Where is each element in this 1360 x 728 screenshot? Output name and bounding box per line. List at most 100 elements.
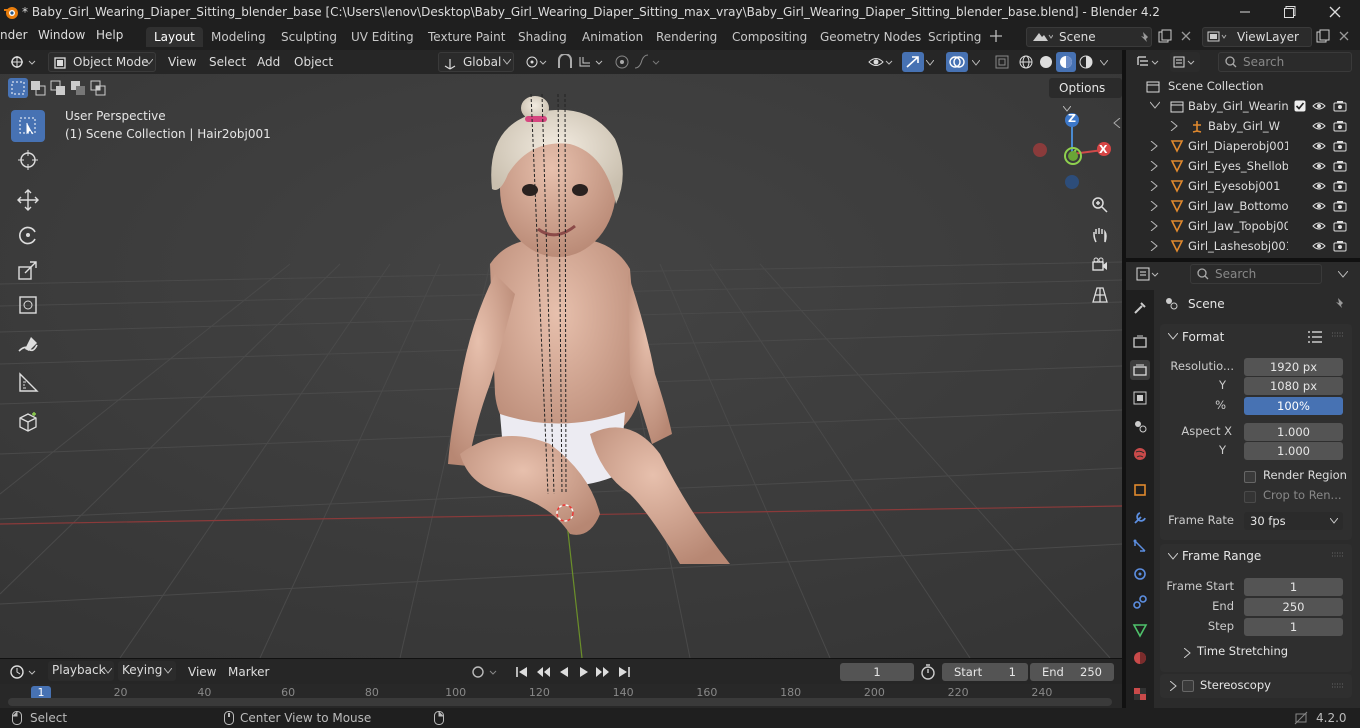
object-tab-icon[interactable] [1130, 480, 1150, 500]
chevron-right-icon[interactable] [1150, 181, 1158, 191]
workspace-tab-compositing[interactable]: Compositing [724, 27, 815, 47]
outliner-row-scene-collection[interactable]: Scene Collection [1126, 76, 1360, 96]
keying-menu[interactable]: Keying [118, 661, 176, 681]
properties-search-input[interactable]: Search [1190, 264, 1322, 284]
menu-render[interactable]: nder [0, 28, 28, 42]
timeline-area[interactable]: 1 20 40 60 80 100 120 140 160 180 200 220 240 [0, 684, 1122, 708]
workspace-tab-scripting[interactable]: Scripting [920, 27, 989, 47]
material-tab-icon[interactable] [1130, 648, 1150, 668]
playback-menu[interactable]: Playback [48, 661, 114, 681]
chevron-right-icon[interactable] [1170, 121, 1178, 131]
eye-icon[interactable] [1312, 240, 1326, 252]
particles-tab-icon[interactable] [1130, 536, 1150, 556]
play-icon[interactable] [576, 664, 592, 680]
chevron-right-icon[interactable] [1150, 201, 1158, 211]
stereoscopy-checkbox[interactable] [1182, 680, 1194, 692]
physics-tab-icon[interactable] [1130, 564, 1150, 584]
add-cube-tool[interactable] [11, 406, 45, 438]
display-mode-dropdown[interactable] [1170, 52, 1200, 72]
snap-icon[interactable] [556, 54, 576, 70]
maximize-button[interactable] [1267, 0, 1313, 24]
wireframe-shading-icon[interactable] [1018, 54, 1034, 70]
play-reverse-icon[interactable] [556, 664, 572, 680]
menu-add[interactable]: Add [257, 52, 280, 72]
chevron-down-icon[interactable] [1168, 333, 1178, 340]
options-dropdown[interactable]: Options [1049, 78, 1122, 112]
transform-orientation-dropdown[interactable]: Global [438, 52, 514, 72]
scale-tool[interactable] [11, 254, 45, 286]
visibility-icon[interactable] [868, 54, 894, 70]
camera-render-icon[interactable] [1333, 220, 1347, 232]
timeline-view-menu[interactable]: View [188, 662, 216, 682]
3d-viewport[interactable]: User Perspective (1) Scene Collection | … [0, 74, 1122, 658]
xray-icon[interactable] [994, 54, 1010, 70]
cursor-tool[interactable] [11, 144, 45, 176]
menu-view[interactable]: View [168, 52, 196, 72]
properties-editor-icon[interactable] [1136, 266, 1162, 282]
start-frame-field[interactable]: Start 1 [942, 663, 1028, 681]
transform-tool[interactable] [11, 289, 45, 321]
view-layer-tab-icon[interactable] [1130, 388, 1150, 408]
chevron-down-icon[interactable] [1168, 553, 1178, 560]
chevron-right-icon[interactable] [1150, 141, 1158, 151]
outliner-editor-icon[interactable] [1136, 54, 1162, 70]
jump-start-icon[interactable] [514, 664, 530, 680]
outliner-row[interactable]: Girl_Lashesobj001 [1126, 236, 1360, 256]
frame-step-field[interactable]: 1 [1244, 618, 1343, 636]
camera-render-icon[interactable] [1333, 180, 1347, 192]
workspace-tab-shading[interactable]: Shading [510, 27, 575, 47]
menu-object[interactable]: Object [294, 52, 333, 72]
chevron-right-icon[interactable] [1150, 221, 1158, 231]
camera-render-icon[interactable] [1333, 100, 1347, 112]
new-scene-icon[interactable] [1158, 29, 1172, 43]
chevron-down-icon[interactable] [926, 60, 934, 66]
workspace-tab-modeling[interactable]: Modeling [203, 27, 274, 47]
workspace-tab-geometry-nodes[interactable]: Geometry Nodes [812, 27, 929, 47]
delete-view-layer-icon[interactable] [1338, 30, 1350, 42]
minimize-button[interactable] [1222, 0, 1268, 24]
presets-list-icon[interactable] [1308, 331, 1322, 343]
workspace-tab-rendering[interactable]: Rendering [648, 27, 725, 47]
frame-end-field[interactable]: 250 [1244, 598, 1343, 616]
annotate-tool[interactable] [11, 330, 45, 362]
material-preview-shading-button[interactable] [1056, 52, 1076, 72]
stereoscopy-label[interactable]: Stereoscopy [1200, 678, 1271, 692]
move-tool[interactable] [11, 184, 45, 216]
close-window-button[interactable] [1312, 0, 1358, 24]
new-view-layer-icon[interactable] [1316, 29, 1330, 43]
pivot-point-icon[interactable] [524, 54, 550, 70]
snap-target-icon[interactable] [578, 54, 606, 70]
delete-scene-icon[interactable] [1180, 30, 1192, 42]
outliner-row[interactable]: Girl_Jaw_Bottomob [1126, 196, 1360, 216]
data-tab-icon[interactable] [1130, 620, 1150, 640]
frame-range-title[interactable]: Frame Range [1182, 549, 1261, 563]
render-region-checkbox[interactable] [1244, 471, 1256, 483]
select-subtract-icon[interactable] [48, 78, 68, 98]
drag-handle-icon[interactable] [1332, 332, 1344, 338]
chevron-down-icon[interactable] [1150, 101, 1160, 109]
aspect-y-field[interactable]: 1.000 [1244, 442, 1343, 460]
eye-icon[interactable] [1312, 180, 1326, 192]
drag-handle-icon[interactable] [1332, 683, 1344, 689]
render-tab-icon[interactable] [1130, 332, 1150, 352]
outliner-row[interactable]: Girl_Jaw_Topobj00 [1126, 216, 1360, 236]
stopwatch-icon[interactable] [920, 664, 936, 680]
collection-include-checkbox[interactable] [1294, 100, 1306, 112]
timeline-scrollbar[interactable] [8, 698, 1112, 706]
workspace-tab-sculpting[interactable]: Sculpting [273, 27, 345, 47]
eye-icon[interactable] [1312, 140, 1326, 152]
add-workspace-icon[interactable] [989, 29, 1003, 43]
editor-type-icon[interactable] [10, 54, 40, 70]
chevron-down-icon[interactable] [1338, 271, 1348, 278]
eye-icon[interactable] [1312, 100, 1326, 112]
menu-help[interactable]: Help [96, 28, 123, 42]
scene-tab-icon[interactable] [1130, 416, 1150, 436]
chevron-down-icon[interactable] [972, 60, 980, 66]
eye-icon[interactable] [1312, 200, 1326, 212]
select-extend-icon[interactable] [28, 78, 48, 98]
view-layer-selector[interactable]: ViewLayer [1202, 27, 1312, 47]
scene-selector[interactable]: Scene [1026, 27, 1152, 47]
select-invert-icon[interactable] [68, 78, 88, 98]
eye-icon[interactable] [1312, 220, 1326, 232]
proportional-editing-icon[interactable] [614, 54, 630, 70]
